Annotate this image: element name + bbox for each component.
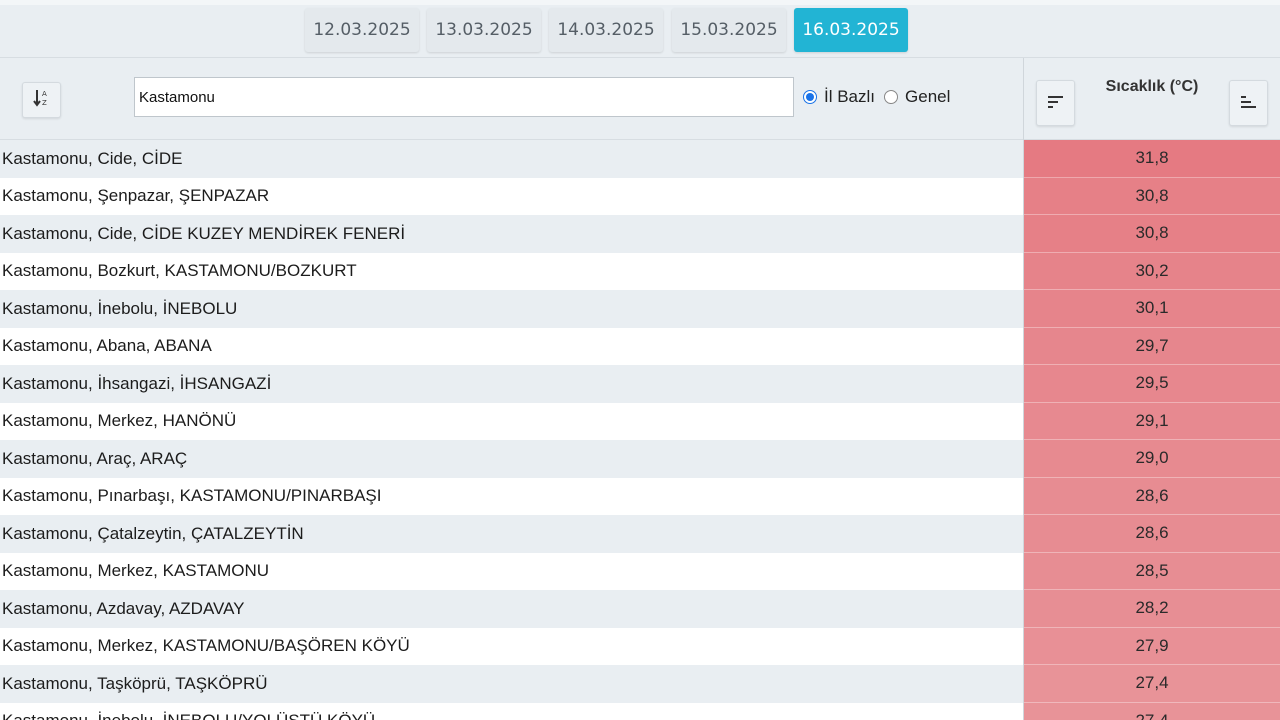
sort-alphabetical-button[interactable]: A Z	[22, 82, 61, 118]
station-name-cell[interactable]: Kastamonu, Merkez, KASTAMONU	[0, 552, 1024, 590]
station-name-cell[interactable]: Kastamonu, Cide, CİDE	[0, 140, 1024, 178]
station-name-cell[interactable]: Kastamonu, Merkez, HANÖNÜ	[0, 402, 1024, 440]
station-name-cell[interactable]: Kastamonu, Şenpazar, ŞENPAZAR	[0, 177, 1024, 215]
table-row[interactable]: Kastamonu, İnebolu, İNEBOLU/YOLÜSTÜ KÖYÜ…	[0, 702, 1280, 720]
table-row[interactable]: Kastamonu, Bozkurt, KASTAMONU/BOZKURT 30,…	[0, 252, 1280, 290]
table-row[interactable]: Kastamonu, Cide, CİDE 31,8	[0, 140, 1280, 178]
temperature-cell: 27,4	[1024, 665, 1280, 703]
table-header: A Z İl Bazlı Genel Sıcaklık (°C)	[0, 57, 1280, 141]
station-name-cell[interactable]: Kastamonu, Abana, ABANA	[0, 327, 1024, 365]
station-name-cell[interactable]: Kastamonu, İnebolu, İNEBOLU	[0, 290, 1024, 328]
date-tab[interactable]: 15.03.2025	[672, 8, 786, 52]
table-row[interactable]: Kastamonu, Pınarbaşı, KASTAMONU/PINARBAŞ…	[0, 477, 1280, 515]
sort-descending-icon	[1047, 94, 1064, 113]
sort-ascending-icon	[1240, 94, 1257, 113]
station-name-cell[interactable]: Kastamonu, İhsangazi, İHSANGAZİ	[0, 365, 1024, 403]
temperature-cell: 28,6	[1024, 515, 1280, 553]
table-row[interactable]: Kastamonu, Çatalzeytin, ÇATALZEYTİN 28,6	[0, 515, 1280, 553]
temperature-cell: 29,0	[1024, 440, 1280, 478]
station-name-cell[interactable]: Kastamonu, Azdavay, AZDAVAY	[0, 590, 1024, 628]
sort-ascending-button[interactable]	[1229, 80, 1268, 126]
temperature-cell: 29,5	[1024, 365, 1280, 403]
svg-text:A: A	[42, 90, 47, 98]
temperature-cell: 31,8	[1024, 140, 1280, 178]
date-tab-active[interactable]: 16.03.2025	[794, 8, 908, 52]
date-tab[interactable]: 13.03.2025	[427, 8, 541, 52]
station-name-cell[interactable]: Kastamonu, Cide, CİDE KUZEY MENDİREK FEN…	[0, 215, 1024, 253]
table-row[interactable]: Kastamonu, Merkez, KASTAMONU 28,5	[0, 552, 1280, 590]
station-table: Kastamonu, Cide, CİDE 31,8 Kastamonu, Şenp…	[0, 140, 1280, 720]
temperature-cell: 27,9	[1024, 627, 1280, 665]
sort-alpha-icon: A Z	[32, 88, 51, 112]
station-name-cell[interactable]: Kastamonu, Araç, ARAÇ	[0, 440, 1024, 478]
scope-radio-group: İl Bazlı Genel	[803, 87, 959, 107]
radio-general[interactable]	[884, 90, 899, 104]
temperature-cell: 30,8	[1024, 215, 1280, 253]
temperature-cell: 28,5	[1024, 552, 1280, 590]
temperature-cell: 29,7	[1024, 327, 1280, 365]
radio-province-label[interactable]: İl Bazlı	[824, 87, 875, 107]
table-row[interactable]: Kastamonu, Cide, CİDE KUZEY MENDİREK FEN…	[0, 215, 1280, 253]
temperature-cell: 29,1	[1024, 402, 1280, 440]
table-row[interactable]: Kastamonu, Taşköprü, TAŞKÖPRÜ 27,4	[0, 665, 1280, 703]
radio-general-label[interactable]: Genel	[905, 87, 950, 107]
station-name-cell[interactable]: Kastamonu, Pınarbaşı, KASTAMONU/PINARBAŞ…	[0, 477, 1024, 515]
search-input[interactable]	[134, 77, 794, 117]
temperature-cell: 30,2	[1024, 252, 1280, 290]
radio-province[interactable]	[803, 90, 817, 104]
svg-text:Z: Z	[42, 99, 47, 107]
temperature-cell: 27,4	[1024, 702, 1280, 720]
station-name-cell[interactable]: Kastamonu, Merkez, KASTAMONU/BAŞÖREN KÖY…	[0, 627, 1024, 665]
temperature-cell: 30,8	[1024, 177, 1280, 215]
date-tab-bar: 12.03.2025 13.03.2025 14.03.2025 15.03.2…	[0, 0, 1280, 57]
station-name-cell[interactable]: Kastamonu, Çatalzeytin, ÇATALZEYTİN	[0, 515, 1024, 553]
temperature-column-header: Sıcaklık (°C)	[1024, 58, 1280, 141]
table-row[interactable]: Kastamonu, Araç, ARAÇ 29,0	[0, 440, 1280, 478]
table-row[interactable]: Kastamonu, Merkez, HANÖNÜ 29,1	[0, 402, 1280, 440]
station-name-cell[interactable]: Kastamonu, Bozkurt, KASTAMONU/BOZKURT	[0, 252, 1024, 290]
table-row[interactable]: Kastamonu, Azdavay, AZDAVAY 28,2	[0, 590, 1280, 628]
temperature-cell: 28,2	[1024, 590, 1280, 628]
temperature-cell: 30,1	[1024, 290, 1280, 328]
table-row[interactable]: Kastamonu, İnebolu, İNEBOLU 30,1	[0, 290, 1280, 328]
station-name-cell[interactable]: Kastamonu, Taşköprü, TAŞKÖPRÜ	[0, 665, 1024, 703]
table-row[interactable]: Kastamonu, Abana, ABANA 29,7	[0, 327, 1280, 365]
date-tab[interactable]: 14.03.2025	[549, 8, 663, 52]
date-tab[interactable]: 12.03.2025	[305, 8, 419, 52]
station-name-cell[interactable]: Kastamonu, İnebolu, İNEBOLU/YOLÜSTÜ KÖYÜ	[0, 702, 1024, 720]
temperature-cell: 28,6	[1024, 477, 1280, 515]
table-row[interactable]: Kastamonu, Merkez, KASTAMONU/BAŞÖREN KÖY…	[0, 627, 1280, 665]
table-row[interactable]: Kastamonu, İhsangazi, İHSANGAZİ 29,5	[0, 365, 1280, 403]
table-row[interactable]: Kastamonu, Şenpazar, ŞENPAZAR 30,8	[0, 177, 1280, 215]
